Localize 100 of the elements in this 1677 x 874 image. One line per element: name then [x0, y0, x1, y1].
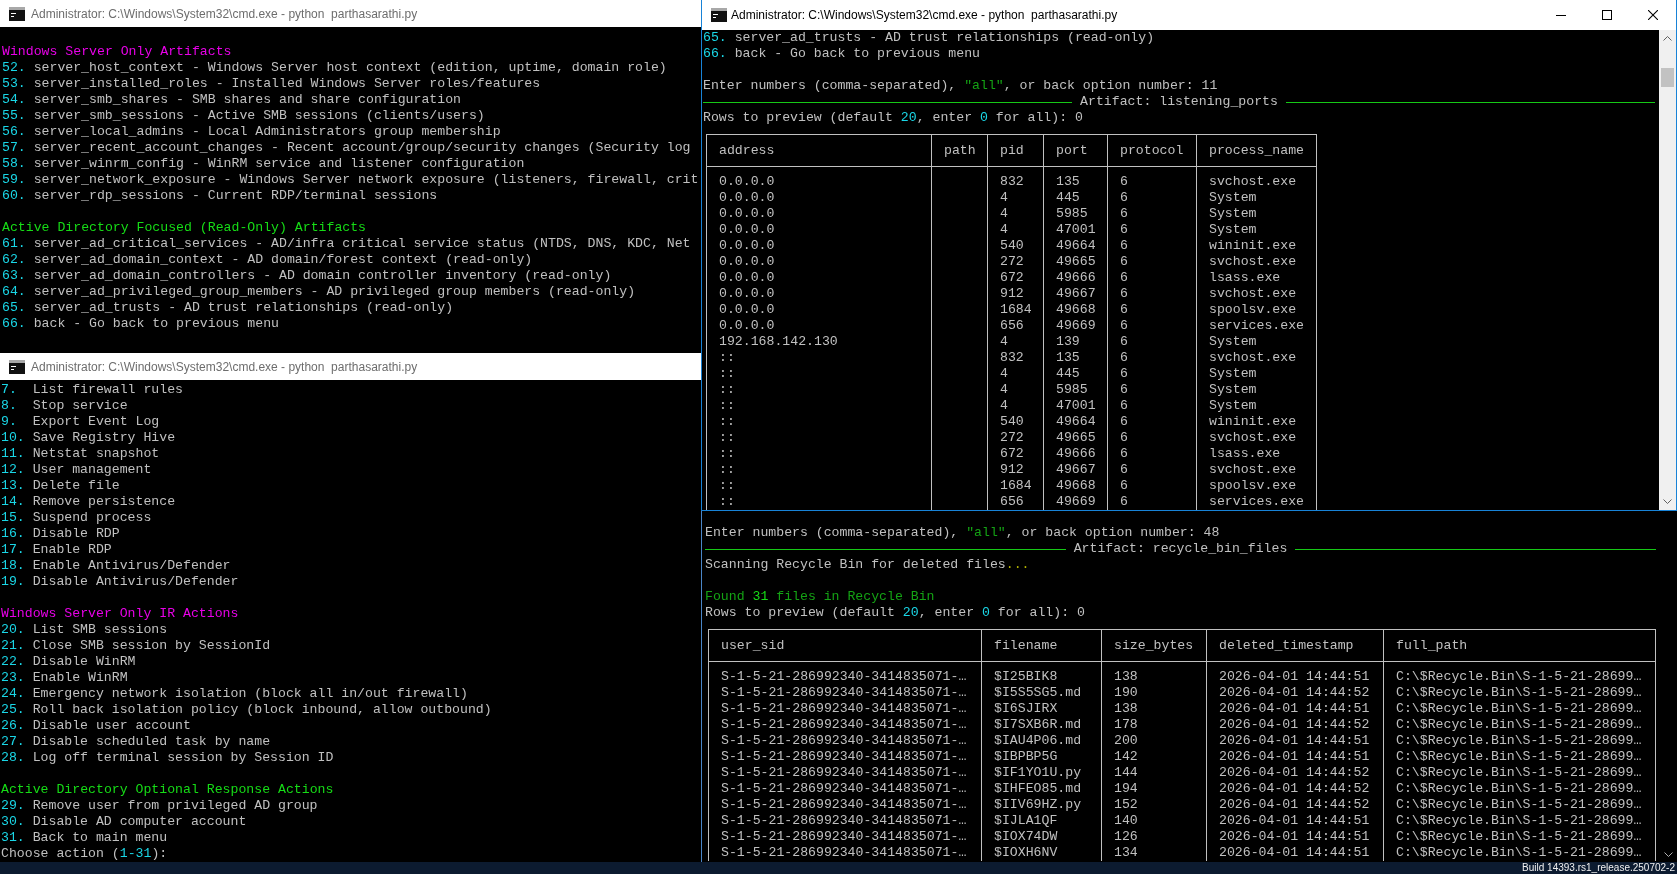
- table-cell: 140: [1101, 813, 1207, 829]
- table-cell: 540: [987, 414, 1044, 430]
- table-cell: 6: [1107, 478, 1197, 494]
- table-cell: 49669: [1043, 494, 1108, 510]
- menu-option: 19. Disable Antivirus/Defender: [1, 574, 239, 590]
- menu-option: 14. Remove persistence: [1, 494, 176, 510]
- table-cell: svchost.exe: [1196, 286, 1317, 302]
- table-cell: System: [1196, 334, 1317, 350]
- table-cell: 1684: [987, 478, 1044, 494]
- table-cell: 192.168.142.130: [706, 334, 932, 350]
- section-heading: Active Directory Optional Response Actions: [1, 782, 334, 798]
- table-cell: 2026-04-01 14:44:52: [1206, 765, 1384, 781]
- menu-option: 15. Suspend process: [1, 510, 152, 526]
- table-cell: $I25BIK8: [981, 661, 1102, 685]
- table-cell: services.exe: [1196, 494, 1317, 510]
- table-cell: 6: [1107, 222, 1197, 238]
- table-cell: 2026-04-01 14:44:51: [1206, 829, 1384, 845]
- table-cell: wininit.exe: [1196, 414, 1317, 430]
- table-cell: 2026-04-01 14:44:51: [1206, 733, 1384, 749]
- table-cell: 6: [1107, 350, 1197, 366]
- table-cell: 832: [987, 166, 1044, 190]
- table-cell: 126: [1101, 829, 1207, 845]
- table-cell: 178: [1101, 717, 1207, 733]
- table-cell: S-1-5-21-286992340-3414835071-…: [708, 749, 982, 765]
- menu-option: 18. Enable Antivirus/Defender: [1, 558, 231, 574]
- menu-option: 61. server_ad_critical_services - AD/infra critical service status (NTDS, DNS, KDC, Net: [2, 236, 691, 252]
- menu-option: 66. back - Go back to previous menu: [2, 316, 279, 332]
- table-cell: System: [1196, 398, 1317, 414]
- table-cell: C:\$Recycle.Bin\S-1-5-21-28699…: [1383, 701, 1656, 717]
- table-cell: C:\$Recycle.Bin\S-1-5-21-28699…: [1383, 781, 1656, 797]
- table-cell: 672: [987, 446, 1044, 462]
- table-cell: System: [1196, 190, 1317, 206]
- column-header: full_path: [1383, 629, 1656, 662]
- table-cell: S-1-5-21-286992340-3414835071-…: [708, 685, 982, 701]
- menu-option: 7. List firewall rules: [1, 382, 183, 398]
- prompt-line: Enter numbers (comma-separated), "all", or back option number: 11: [703, 78, 1218, 94]
- table-cell: C:\$Recycle.Bin\S-1-5-21-28699…: [1383, 717, 1656, 733]
- table-cell: S-1-5-21-286992340-3414835071-…: [708, 813, 982, 829]
- table-cell: C:\$Recycle.Bin\S-1-5-21-28699…: [1383, 661, 1656, 685]
- chevron-down-icon[interactable]: [1663, 499, 1672, 504]
- artifact-title: Artifact: listening_ports: [1080, 94, 1278, 110]
- prompt-line: Rows to preview (default 20, enter 0 for all): 0: [703, 110, 1083, 126]
- table-cell: 138: [1101, 701, 1207, 717]
- table-cell: svchost.exe: [1196, 166, 1317, 190]
- result-line: Found 31 files in Recycle Bin: [705, 589, 935, 605]
- table-cell: 142: [1101, 749, 1207, 765]
- artifact-title: Artifact: recycle_bin_files: [1073, 541, 1288, 557]
- menu-option: 9. Export Event Log: [1, 414, 160, 430]
- table-cell: S-1-5-21-286992340-3414835071-…: [708, 797, 982, 813]
- menu-option: 55. server_smb_sessions - Active SMB sessions (clients/users): [2, 108, 485, 124]
- table-cell: 138: [1101, 661, 1207, 685]
- table-cell: 0.0.0.0: [706, 166, 932, 190]
- table-cell: 6: [1107, 238, 1197, 254]
- table-cell: S-1-5-21-286992340-3414835071-…: [708, 701, 982, 717]
- table-cell: System: [1196, 222, 1317, 238]
- table-cell: 0.0.0.0: [706, 270, 932, 286]
- table-cell: 0.0.0.0: [706, 302, 932, 318]
- menu-option: 63. server_ad_domain_controllers - AD domain controller inventory (read-only): [2, 268, 612, 284]
- section-heading: Active Directory Focused (Read-Only) Artifacts: [2, 220, 367, 236]
- table-cell: ::: [706, 462, 932, 478]
- table-cell: C:\$Recycle.Bin\S-1-5-21-28699…: [1383, 765, 1656, 781]
- table-cell: 2026-04-01 14:44:52: [1206, 717, 1384, 733]
- table-cell: ::: [706, 414, 932, 430]
- chevron-up-icon[interactable]: [1663, 36, 1672, 41]
- table-cell: 6: [1107, 254, 1197, 270]
- prompt-line: Choose action (1-31):: [1, 846, 168, 862]
- menu-option: 24. Emergency network isolation (block all in/out firewall): [1, 686, 468, 702]
- minimize-icon: [1556, 14, 1566, 16]
- table-cell: 672: [987, 270, 1044, 286]
- console-icon: [711, 8, 727, 22]
- table-cell: 6: [1107, 398, 1197, 414]
- table-cell: svchost.exe: [1196, 350, 1317, 366]
- column-header: port: [1043, 134, 1108, 167]
- table-cell: 0.0.0.0: [706, 206, 932, 222]
- menu-option: 11. Netstat snapshot: [1, 446, 160, 462]
- table-cell: 832: [987, 350, 1044, 366]
- column-header: process_name: [1196, 134, 1317, 167]
- table-cell: 2026-04-01 14:44:51: [1206, 701, 1384, 717]
- table-cell: 6: [1107, 494, 1197, 510]
- menu-option: 29. Remove user from privileged AD group: [1, 798, 318, 814]
- console-icon: [9, 6, 25, 21]
- table-cell: 2026-04-01 14:44:51: [1206, 661, 1384, 685]
- table-cell: 6: [1107, 166, 1197, 190]
- table-cell: $I6SJIRX: [981, 701, 1102, 717]
- menu-option: 65. server_ad_trusts - AD trust relationships (read-only): [2, 300, 454, 316]
- table-cell: 656: [987, 494, 1044, 510]
- table-cell: S-1-5-21-286992340-3414835071-…: [708, 765, 982, 781]
- table-cell: S-1-5-21-286992340-3414835071-…: [708, 717, 982, 733]
- table-cell: 2026-04-01 14:44:51: [1206, 813, 1384, 829]
- table-cell: 6: [1107, 302, 1197, 318]
- scrollbar-thumb[interactable]: [1661, 68, 1674, 87]
- table-cell: 6: [1107, 366, 1197, 382]
- table-cell: 2026-04-01 14:44:52: [1206, 797, 1384, 813]
- table-cell: System: [1196, 206, 1317, 222]
- section-heading: Windows Server Only Artifacts: [2, 44, 232, 60]
- table-cell: $IOX74DW: [981, 829, 1102, 845]
- chevron-down-icon[interactable]: [1664, 852, 1673, 857]
- table-cell: ::: [706, 430, 932, 446]
- table-cell: 0.0.0.0: [706, 318, 932, 334]
- table-cell: 49669: [1043, 318, 1108, 334]
